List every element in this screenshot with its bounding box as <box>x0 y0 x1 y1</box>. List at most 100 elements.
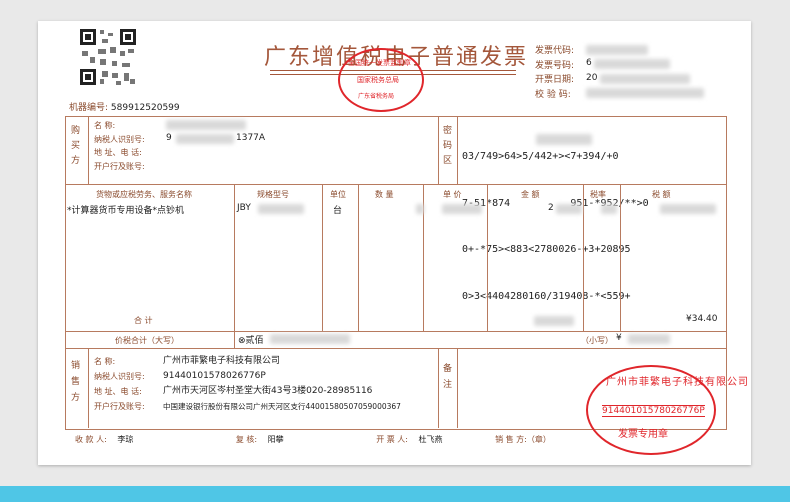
buyer-bank-label: 开户行及账号: <box>94 161 145 171</box>
remarks-label: 备注 <box>443 364 453 390</box>
cipher-line-1: 03/749>64>5/442+><7+394/+0 <box>462 151 619 162</box>
payee-name: 李琼 <box>117 435 134 444</box>
check-code-label: 校 验 码: <box>535 89 571 100</box>
redacted-cipher <box>536 134 592 145</box>
redacted-quantity <box>416 204 424 214</box>
total-label: 合 计 <box>134 316 153 325</box>
issuer-label: 开 票 人: <box>376 435 408 444</box>
cipher-left-divider <box>438 116 439 184</box>
buyer-labels: 名 称: 纳税人识别号: 地 址、电 话: 开户行及账号: <box>94 119 145 173</box>
item-name: *计算器货币专用设备*点钞机 <box>67 206 185 216</box>
items-col-7 <box>620 184 621 331</box>
items-col-5 <box>487 184 488 331</box>
redacted-total-amount <box>534 316 574 326</box>
redacted-unit-price <box>442 204 482 214</box>
header-unit: 单位 <box>330 190 346 199</box>
machine-number: 机器编号: 589912520599 <box>69 100 180 113</box>
tax-bureau-seal: 全国统一发票监制章 国家税务总局 广东省税务局 <box>338 48 424 112</box>
buyer-section-label: 购买方 <box>71 126 81 166</box>
buyer-address-label: 地 址、电 话: <box>94 148 142 157</box>
issue-date-partial: 20 <box>586 73 598 83</box>
remarks-left-divider <box>438 348 439 428</box>
redacted-buyer-name <box>166 120 246 130</box>
grand-total-prefix: ⊗贰佰 <box>238 336 264 346</box>
item-model-partial: JBY <box>237 203 251 213</box>
header-tax-amount: 税 额 <box>652 190 671 199</box>
seller-address-label: 地 址、电 话: <box>94 387 142 396</box>
cipher-section-label: 密码区 <box>443 126 453 166</box>
remarks-label-divider <box>457 348 458 428</box>
machine-number-value: 589912520599 <box>110 103 180 113</box>
reviewer-label: 复 核: <box>235 435 258 444</box>
grand-total-label: 价税合计（大写） <box>115 336 179 345</box>
machine-number-label: 机器编号: <box>69 103 109 113</box>
header-model: 规格型号 <box>257 190 289 199</box>
item-unit: 台 <box>333 206 343 216</box>
grand-total-divider <box>234 331 235 348</box>
buyer-name-label: 名 称: <box>94 121 116 130</box>
buyer-taxid-suffix: 1377A <box>236 133 266 143</box>
seller-bank: 中国建设银行股份有限公司广州天河区支行44001580507059000367 <box>163 402 401 411</box>
invoice-number-label: 发票号码: <box>535 60 575 71</box>
redacted-buyer-taxid <box>176 134 234 144</box>
redacted-tax-amount <box>660 204 716 214</box>
seal-top-line3: 广东省税务局 <box>358 93 395 100</box>
items-col-6 <box>583 184 584 331</box>
redacted-issue-date <box>600 74 690 84</box>
seller-section-label: 销售方 <box>71 361 81 403</box>
buyer-taxid-partial: 9 <box>166 133 172 143</box>
total-tax: ¥34.40 <box>686 314 718 324</box>
bottom-accent-bar <box>0 486 790 502</box>
seller-values: 广州市菲繁电子科技有限公司 91440101578026776P 广州市天河区岑… <box>163 354 401 414</box>
seller-bank-label: 开户行及账号: <box>94 402 145 411</box>
issuer-name: 杜飞燕 <box>418 435 443 444</box>
seller-labels: 名 称: 纳税人识别号: 地 址、电 话: 开户行及账号: <box>94 354 145 414</box>
header-goods-name: 货物或应税劳务、服务名称 <box>96 190 192 199</box>
redacted-grand-total-small <box>628 334 670 344</box>
seller-taxid: 91440101578026776P <box>163 371 266 381</box>
redacted-invoice-code <box>586 45 648 55</box>
redacted-check-code <box>586 88 704 98</box>
grand-total-small-prefix: ¥ <box>616 333 622 343</box>
seller-seal-ring: 广州市菲繁电子科技有限公司 <box>606 377 749 388</box>
invoice-code-label: 发票代码: <box>535 46 575 56</box>
qr-code <box>78 27 138 87</box>
footer-signatures: 收 款 人: 李琼 复 核: 阳攀 开 票 人: 杜飞燕 销 售 方:（章） <box>75 434 551 445</box>
seller-name-label: 名 称: <box>94 357 116 366</box>
seller-seal-taxid: 91440101578026776P <box>602 405 705 417</box>
redacted-item-model <box>258 204 304 214</box>
seller-name: 广州市菲繁电子科技有限公司 <box>163 356 281 366</box>
redacted-invoice-number <box>594 59 670 69</box>
items-col-3 <box>358 184 359 331</box>
header-unit-price: 单 价 <box>443 190 462 199</box>
header-quantity: 数 量 <box>375 190 394 199</box>
seller-invoice-seal: 广州市菲繁电子科技有限公司 91440101578026776P 发票专用章 <box>586 365 748 455</box>
items-col-2 <box>322 184 323 331</box>
buyer-taxid-label: 纳税人识别号: <box>94 134 145 144</box>
grand-total-top-border <box>65 331 726 332</box>
reviewer-name: 阳攀 <box>267 435 284 444</box>
invoice-number-partial: 6 <box>586 58 592 68</box>
grand-total-bottom-border <box>65 348 726 349</box>
header-tax-rate: 税率 <box>590 190 606 199</box>
seal-top-line2: 国家税务总局 <box>357 76 399 84</box>
seller-taxid-label: 纳税人识别号: <box>94 372 145 381</box>
seller-address: 广州市天河区岑村圣堂大街43号3楼020-28985116 <box>163 386 373 396</box>
grand-total-small-label: （小写） <box>581 336 613 345</box>
seller-seal-label: 发票专用章 <box>618 429 668 440</box>
redacted-amount <box>556 204 582 214</box>
redacted-tax-rate <box>601 204 617 214</box>
seller-seal-label: 销 售 方:（章） <box>495 435 551 444</box>
payee-label: 收 款 人: <box>75 435 107 444</box>
invoice-paper: 机器编号: 589912520599 广东增值税电子普通发票 全国统一发票监制章… <box>38 21 751 465</box>
item-amount-partial: 2 <box>548 203 554 213</box>
cipher-label-divider <box>457 116 458 184</box>
buyer-label-divider <box>88 116 89 184</box>
invoice-meta-labels: 发票代码: 发票号码: 开票日期: 校 验 码: <box>535 44 574 102</box>
redacted-grand-total <box>270 334 350 344</box>
seller-label-divider <box>88 348 89 428</box>
seal-top-line1: 全国统一发票监制章 <box>348 59 411 67</box>
header-amount: 金 额 <box>521 190 540 199</box>
items-col-1 <box>234 184 235 331</box>
issue-date-label: 开票日期: <box>535 75 575 85</box>
